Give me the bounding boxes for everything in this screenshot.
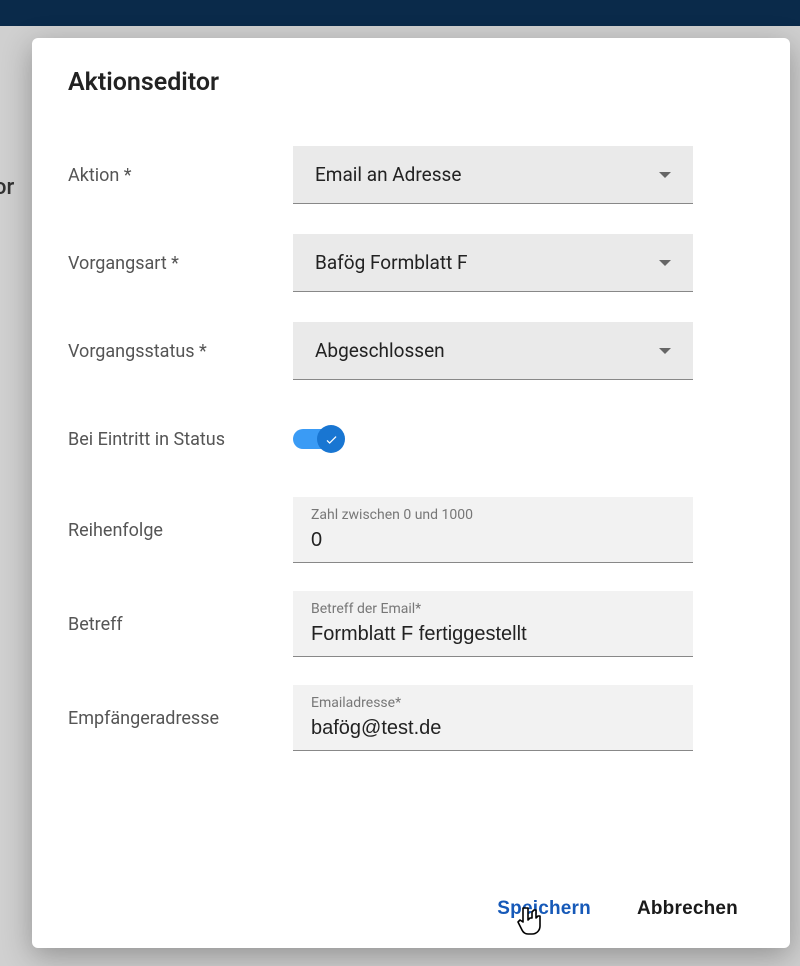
select-vorgangsart-value: Bafög Formblatt F xyxy=(315,251,468,274)
check-icon xyxy=(324,432,339,447)
row-reihenfolge: Reihenfolge Zahl zwischen 0 und 1000 xyxy=(68,497,764,563)
label-betreff: Betreff xyxy=(68,614,293,635)
label-vorgangsart: Vorgangsart * xyxy=(68,253,293,274)
modal-footer: Speichern Abbrechen xyxy=(32,874,790,948)
field-reihenfolge[interactable]: Zahl zwischen 0 und 1000 xyxy=(293,497,693,563)
label-eintritt: Bei Eintritt in Status xyxy=(68,429,293,450)
chevron-down-icon xyxy=(659,172,671,178)
input-empfaenger[interactable] xyxy=(311,715,675,744)
toggle-knob xyxy=(317,425,345,453)
select-aktion[interactable]: Email an Adresse xyxy=(293,146,693,204)
chevron-down-icon xyxy=(659,260,671,266)
row-vorgangsstatus: Vorgangsstatus * Abgeschlossen xyxy=(68,321,764,381)
input-reihenfolge[interactable] xyxy=(311,527,675,556)
floating-label-reihenfolge: Zahl zwischen 0 und 1000 xyxy=(311,507,675,523)
label-vorgangsstatus: Vorgangsstatus * xyxy=(68,341,293,362)
select-vorgangsstatus[interactable]: Abgeschlossen xyxy=(293,322,693,380)
action-editor-modal: Aktionseditor Aktion * Email an Adresse … xyxy=(32,38,790,948)
chevron-down-icon xyxy=(659,348,671,354)
label-aktion: Aktion * xyxy=(68,165,293,186)
field-betreff[interactable]: Betreff der Email* xyxy=(293,591,693,657)
row-eintritt: Bei Eintritt in Status xyxy=(68,409,764,469)
floating-label-empfaenger: Emailadresse* xyxy=(311,695,675,711)
app-header-bar xyxy=(0,0,800,26)
row-betreff: Betreff Betreff der Email* xyxy=(68,591,764,657)
select-vorgangsstatus-value: Abgeschlossen xyxy=(315,339,445,362)
cancel-button[interactable]: Abbrechen xyxy=(629,892,746,926)
row-aktion: Aktion * Email an Adresse xyxy=(68,145,764,205)
pointer-cursor-icon xyxy=(516,904,548,940)
modal-body[interactable]: Aktion * Email an Adresse Vorgangsart * … xyxy=(32,107,790,874)
label-empfaenger: Empfängeradresse xyxy=(68,708,293,729)
select-vorgangsart[interactable]: Bafög Formblatt F xyxy=(293,234,693,292)
field-empfaenger[interactable]: Emailadresse* xyxy=(293,685,693,751)
row-empfaenger: Empfängeradresse Emailadresse* xyxy=(68,685,764,751)
row-vorgangsart: Vorgangsart * Bafög Formblatt F xyxy=(68,233,764,293)
toggle-eintritt[interactable] xyxy=(293,429,341,449)
modal-title: Aktionseditor xyxy=(32,38,790,107)
floating-label-betreff: Betreff der Email* xyxy=(311,601,675,617)
input-betreff[interactable] xyxy=(311,621,675,650)
select-aktion-value: Email an Adresse xyxy=(315,163,461,186)
label-reihenfolge: Reihenfolge xyxy=(68,520,293,541)
backdrop-page-fragment: or xyxy=(0,175,14,200)
